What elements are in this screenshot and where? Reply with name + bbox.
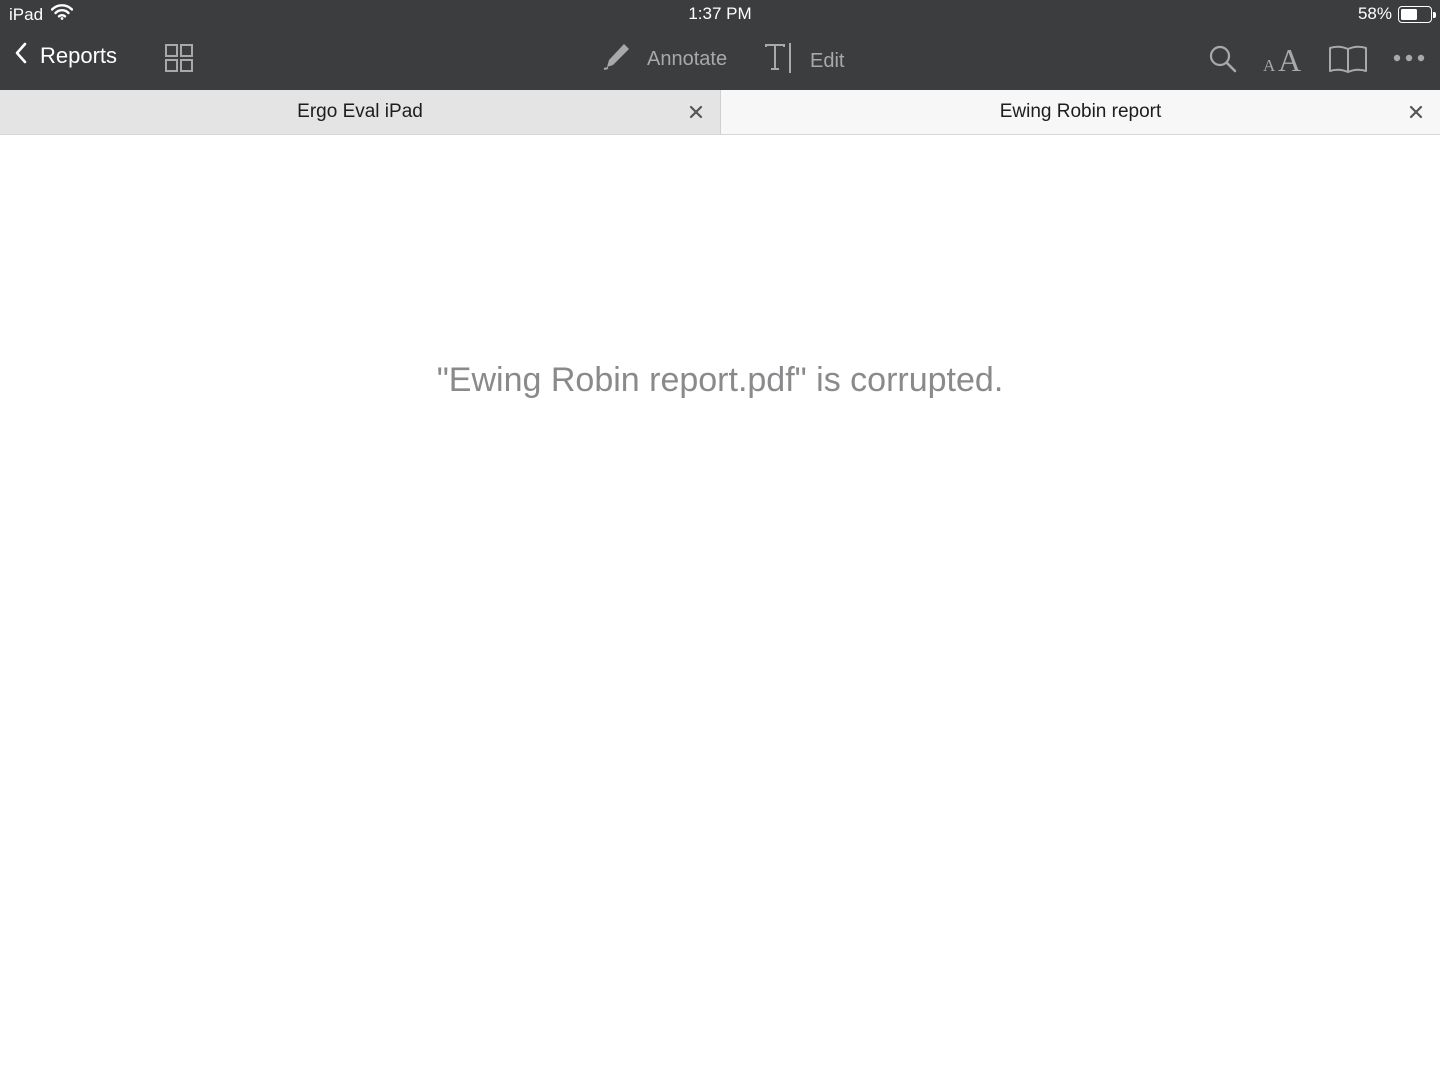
battery-percent: 58% <box>1357 4 1392 23</box>
toolbar: Reports Annotate Edit A A <box>0 28 1440 90</box>
font-size-button[interactable]: A A <box>1262 42 1308 79</box>
battery-icon <box>1398 5 1436 23</box>
edit-label: Edit <box>810 49 845 72</box>
annotate-label: Annotate <box>647 47 728 70</box>
more-icon <box>1393 50 1425 71</box>
tab-ewing-robin-report[interactable]: Ewing Robin report <box>720 90 1440 134</box>
annotate-button[interactable]: Annotate <box>603 42 727 76</box>
tab-label: Ewing Robin report <box>999 101 1162 122</box>
close-icon[interactable] <box>686 102 706 122</box>
status-right: 58% <box>1357 4 1436 24</box>
back-label: Reports <box>40 43 118 68</box>
svg-text:A: A <box>1263 56 1276 74</box>
battery-fill <box>1401 8 1418 20</box>
tab-ergo-eval-ipad[interactable]: Ergo Eval iPad <box>0 90 720 134</box>
grid-view-button[interactable] <box>164 43 194 78</box>
close-icon[interactable] <box>1406 102 1426 122</box>
battery-tip <box>1433 11 1436 18</box>
font-size-icon: A A <box>1262 42 1308 79</box>
status-bar: iPad 1:37 PM 58% <box>0 0 1440 28</box>
edit-button[interactable]: Edit <box>764 42 844 80</box>
top-bar: iPad 1:37 PM 58% Reports Annotate Edit A… <box>0 0 1440 90</box>
status-time: 1:37 PM <box>688 4 752 23</box>
grid-icon <box>164 43 194 78</box>
reading-mode-button[interactable] <box>1328 44 1368 79</box>
more-button[interactable] <box>1393 50 1425 71</box>
tab-label: Ergo Eval iPad <box>297 101 423 122</box>
svg-text:A: A <box>1278 42 1301 74</box>
back-button[interactable]: Reports <box>14 42 117 70</box>
pencil-icon <box>603 42 631 76</box>
document-tabs: Ergo Eval iPad Ewing Robin report <box>0 90 1440 135</box>
search-icon <box>1208 44 1238 79</box>
document-viewer: "Ewing Robin report.pdf" is corrupted. <box>0 135 1440 1080</box>
book-icon <box>1328 44 1368 79</box>
chevron-left-icon <box>14 42 28 70</box>
text-cursor-icon <box>764 42 794 80</box>
search-button[interactable] <box>1208 44 1238 79</box>
corrupted-file-message: "Ewing Robin report.pdf" is corrupted. <box>436 361 1004 399</box>
